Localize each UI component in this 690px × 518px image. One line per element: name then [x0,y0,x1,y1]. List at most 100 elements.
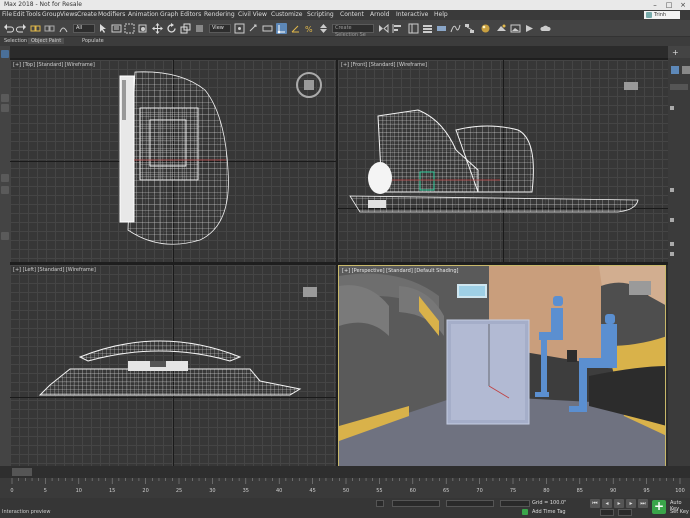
rendered-frame-window-icon[interactable] [510,23,521,34]
track-bar[interactable]: 0 5 10 15 20 25 30 35 40 45 50 55 60 65 70 75 80 85 90 95 10… [0,478,690,498]
add-time-tag-button[interactable]: Add Time Tag [532,509,566,515]
viewcube-icon[interactable] [622,80,640,92]
menu-help[interactable]: Help [434,11,448,18]
menu-create[interactable]: Create [77,11,97,18]
object-type-rollout[interactable] [670,84,688,90]
viewcube-icon[interactable] [294,70,324,100]
reference-coordinate-dropdown[interactable]: View [209,24,231,33]
select-object-icon[interactable] [98,23,109,34]
snaps-toggle-icon[interactable] [276,23,287,34]
menu-views[interactable]: Views [60,11,77,18]
placement-icon[interactable] [194,23,205,34]
named-selection-set-field[interactable]: Create Selection Se [332,24,374,38]
previous-frame-icon[interactable]: ◂ [602,499,612,508]
user-account[interactable]: Trinh Banh [644,11,680,26]
toggle-layer-explorer-icon[interactable] [422,23,433,34]
unlink-icon[interactable] [44,23,55,34]
menu-content[interactable]: Content [340,11,364,18]
align-icon[interactable] [392,23,403,34]
menu-interactive[interactable]: Interactive [396,11,428,18]
menu-tools[interactable]: Tools [26,11,41,18]
rollout-toggle-icon[interactable] [670,218,674,222]
angle-snap-icon[interactable] [290,23,301,34]
menu-rendering[interactable]: Rendering [204,11,235,18]
viewport-perspective[interactable]: [+] [Perspective] [Standard] [Default Sh… [338,265,666,468]
menu-file[interactable]: File [2,11,12,18]
current-frame-field[interactable] [600,509,614,516]
coord-z-field[interactable] [500,500,530,507]
rollout-toggle-icon[interactable] [670,252,674,256]
coord-y-field[interactable] [446,500,494,507]
hierarchy-tab-icon[interactable] [682,66,690,74]
viewcube-icon[interactable] [300,285,320,299]
close-icon[interactable]: × [676,0,690,10]
mirror-icon[interactable] [378,23,389,34]
schematic-view-icon[interactable] [464,23,475,34]
create-tab-icon[interactable]: + [672,48,679,57]
menu-civil-view[interactable]: Civil View [238,11,267,18]
region-select-icon[interactable] [124,23,135,34]
pivot-center-icon[interactable] [234,23,245,34]
layout-preset-icon[interactable] [1,186,9,194]
time-config-field[interactable] [618,509,632,516]
link-icon[interactable] [30,23,41,34]
menu-graph-editors[interactable]: Graph Editors [160,11,201,18]
viewport-front[interactable]: [+] [Front] [Standard] [Wireframe] [338,60,668,262]
play-icon[interactable]: ▸ [614,499,624,508]
keyboard-shortcut-override-icon[interactable] [262,23,273,34]
redo-icon[interactable] [16,23,27,34]
undo-icon[interactable] [3,23,14,34]
window-crossing-icon[interactable] [137,23,148,34]
move-icon[interactable] [152,23,163,34]
rollout-toggle-icon[interactable] [670,106,674,110]
viewport-left[interactable]: [+] [Left] [Standard] [Wireframe] [10,265,336,466]
minimize-icon[interactable]: – [648,0,662,10]
render-production-icon[interactable] [524,23,535,34]
menu-scripting[interactable]: Scripting [307,11,334,18]
modify-tab-icon[interactable] [671,66,679,74]
render-in-cloud-icon[interactable] [540,23,551,34]
render-setup-icon[interactable] [496,23,507,34]
set-keys-icon[interactable]: + [652,500,666,514]
menu-customize[interactable]: Customize [271,11,303,18]
ribbon-tab-selection[interactable]: Selection [4,38,27,44]
toggle-ribbon-icon[interactable] [436,23,447,34]
viewport-label[interactable]: [+] [Perspective] [Standard] [Default Sh… [342,268,458,274]
coord-x-field[interactable] [392,500,440,507]
select-by-name-icon[interactable] [111,23,122,34]
layout-preset-icon[interactable] [1,94,9,102]
percent-snap-icon[interactable]: % [304,23,315,34]
curve-editor-icon[interactable] [450,23,461,34]
rotate-icon[interactable] [166,23,177,34]
rollout-toggle-icon[interactable] [670,188,674,192]
go-to-end-icon[interactable]: ⏭ [638,499,648,508]
toggle-scene-explorer-icon[interactable] [408,23,419,34]
ribbon-tab-populate[interactable]: Populate [82,38,104,44]
selection-filter-dropdown[interactable]: All [73,24,95,33]
maximize-icon[interactable]: □ [662,0,676,10]
time-tag-icon[interactable] [522,509,528,515]
menu-animation[interactable]: Animation [128,11,159,18]
spinner-snap-icon[interactable] [318,23,329,34]
ribbon-tab-object-paint[interactable]: Object Paint [28,38,65,44]
select-and-manipulate-icon[interactable] [248,23,259,34]
next-frame-icon[interactable]: ▸ [626,499,636,508]
time-slider[interactable] [0,466,690,478]
menu-modifiers[interactable]: Modifiers [98,11,125,18]
lock-selection-icon[interactable] [376,500,384,507]
menu-arnold[interactable]: Arnold [370,11,389,18]
layout-preset-icon[interactable] [1,232,9,240]
material-editor-icon[interactable] [480,23,491,34]
scale-icon[interactable] [180,23,191,34]
layout-toggle-icon[interactable] [1,50,9,58]
menu-group[interactable]: Group [42,11,60,18]
ribbon-bar: Selection Object Paint Populate [0,37,690,46]
viewport-top[interactable]: [+] [Top] [Standard] [Wireframe] [10,60,336,262]
menu-edit[interactable]: Edit [13,11,25,18]
go-to-start-icon[interactable]: ⏮ [590,499,600,508]
layout-preset-icon[interactable] [1,104,9,112]
layout-preset-icon[interactable] [1,174,9,182]
set-key-button[interactable]: Set Key [670,509,689,515]
bind-space-warp-icon[interactable] [58,23,69,34]
rollout-toggle-icon[interactable] [670,242,674,246]
